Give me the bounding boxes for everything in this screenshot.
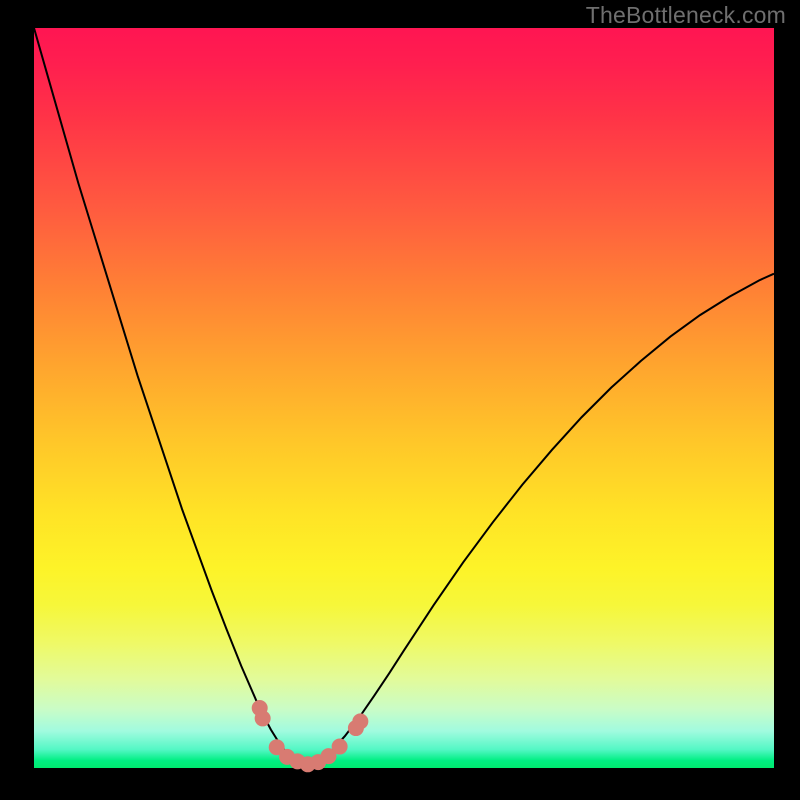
chart-container: TheBottleneck.com bbox=[0, 0, 800, 800]
data-marker bbox=[352, 713, 368, 729]
curve-left bbox=[34, 28, 308, 765]
data-marker bbox=[332, 739, 348, 755]
curve-right bbox=[308, 274, 774, 765]
watermark-text: TheBottleneck.com bbox=[586, 2, 786, 29]
plot-area bbox=[34, 28, 774, 768]
data-marker bbox=[255, 710, 271, 726]
curve-svg bbox=[34, 28, 774, 768]
